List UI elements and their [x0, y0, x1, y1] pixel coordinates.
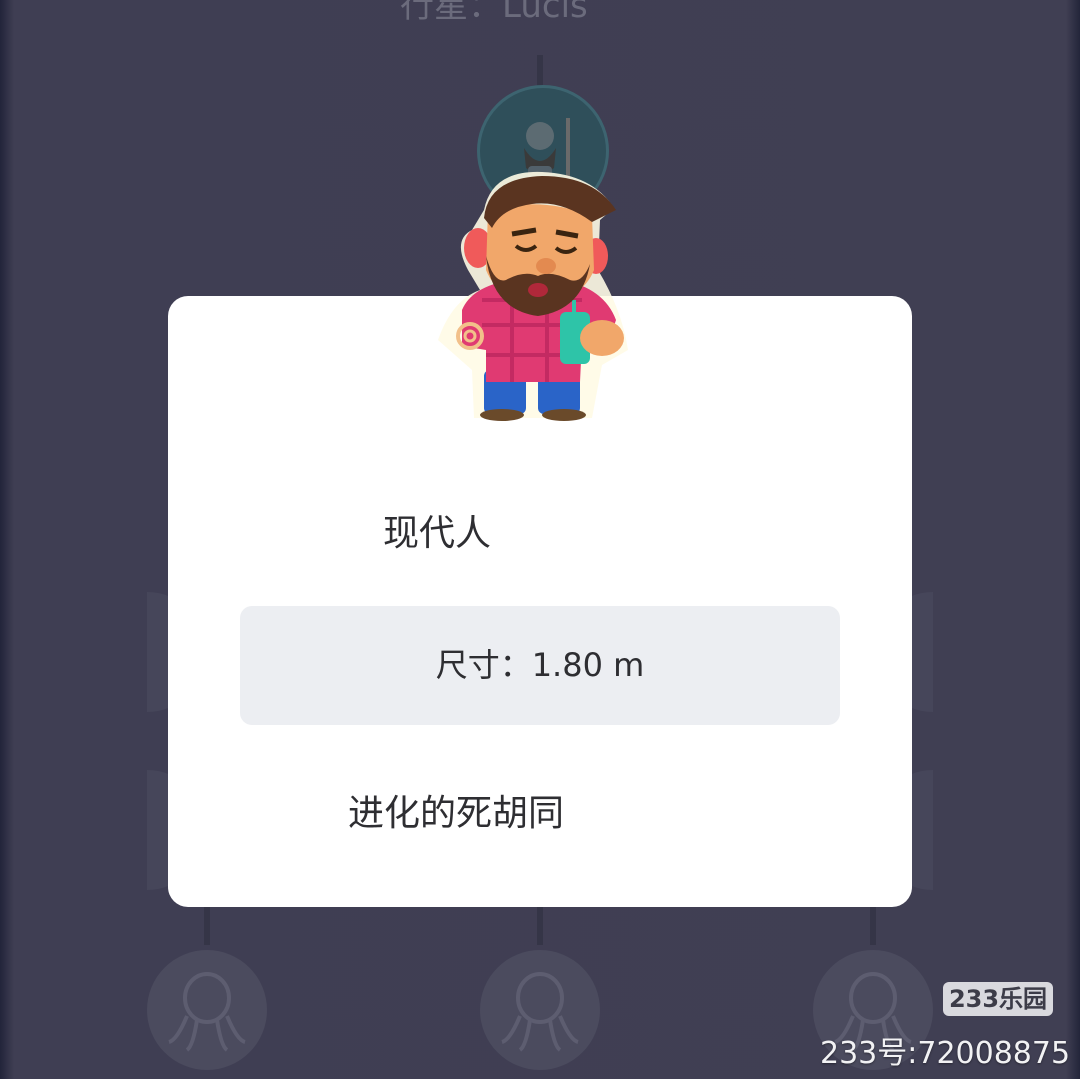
tree-link [537, 905, 543, 945]
planet-title: 行星：Lucis [400, 0, 588, 26]
bearded-modern-man-icon [438, 171, 628, 421]
size-panel: 尺寸：1.80 m [240, 606, 840, 725]
tree-link [204, 905, 210, 945]
octopus-icon [168, 972, 246, 1052]
species-name: 现代人 [383, 513, 492, 554]
octopus-node-center[interactable] [480, 950, 600, 1070]
species-description: 进化的死胡同 [348, 793, 565, 834]
size-label: 尺寸：1.80 m [435, 646, 645, 684]
tree-link [870, 905, 876, 945]
watermark-id: 233号:72008875 [820, 1036, 1071, 1071]
octopus-node-left[interactable] [147, 950, 267, 1070]
game-screen: 行星：Lucis 现代人 尺寸：1.80 m 进化的死胡同 233乐园 233号… [0, 0, 1080, 1079]
watermark-logo: 233乐园 [943, 982, 1053, 1016]
octopus-icon [501, 972, 579, 1052]
